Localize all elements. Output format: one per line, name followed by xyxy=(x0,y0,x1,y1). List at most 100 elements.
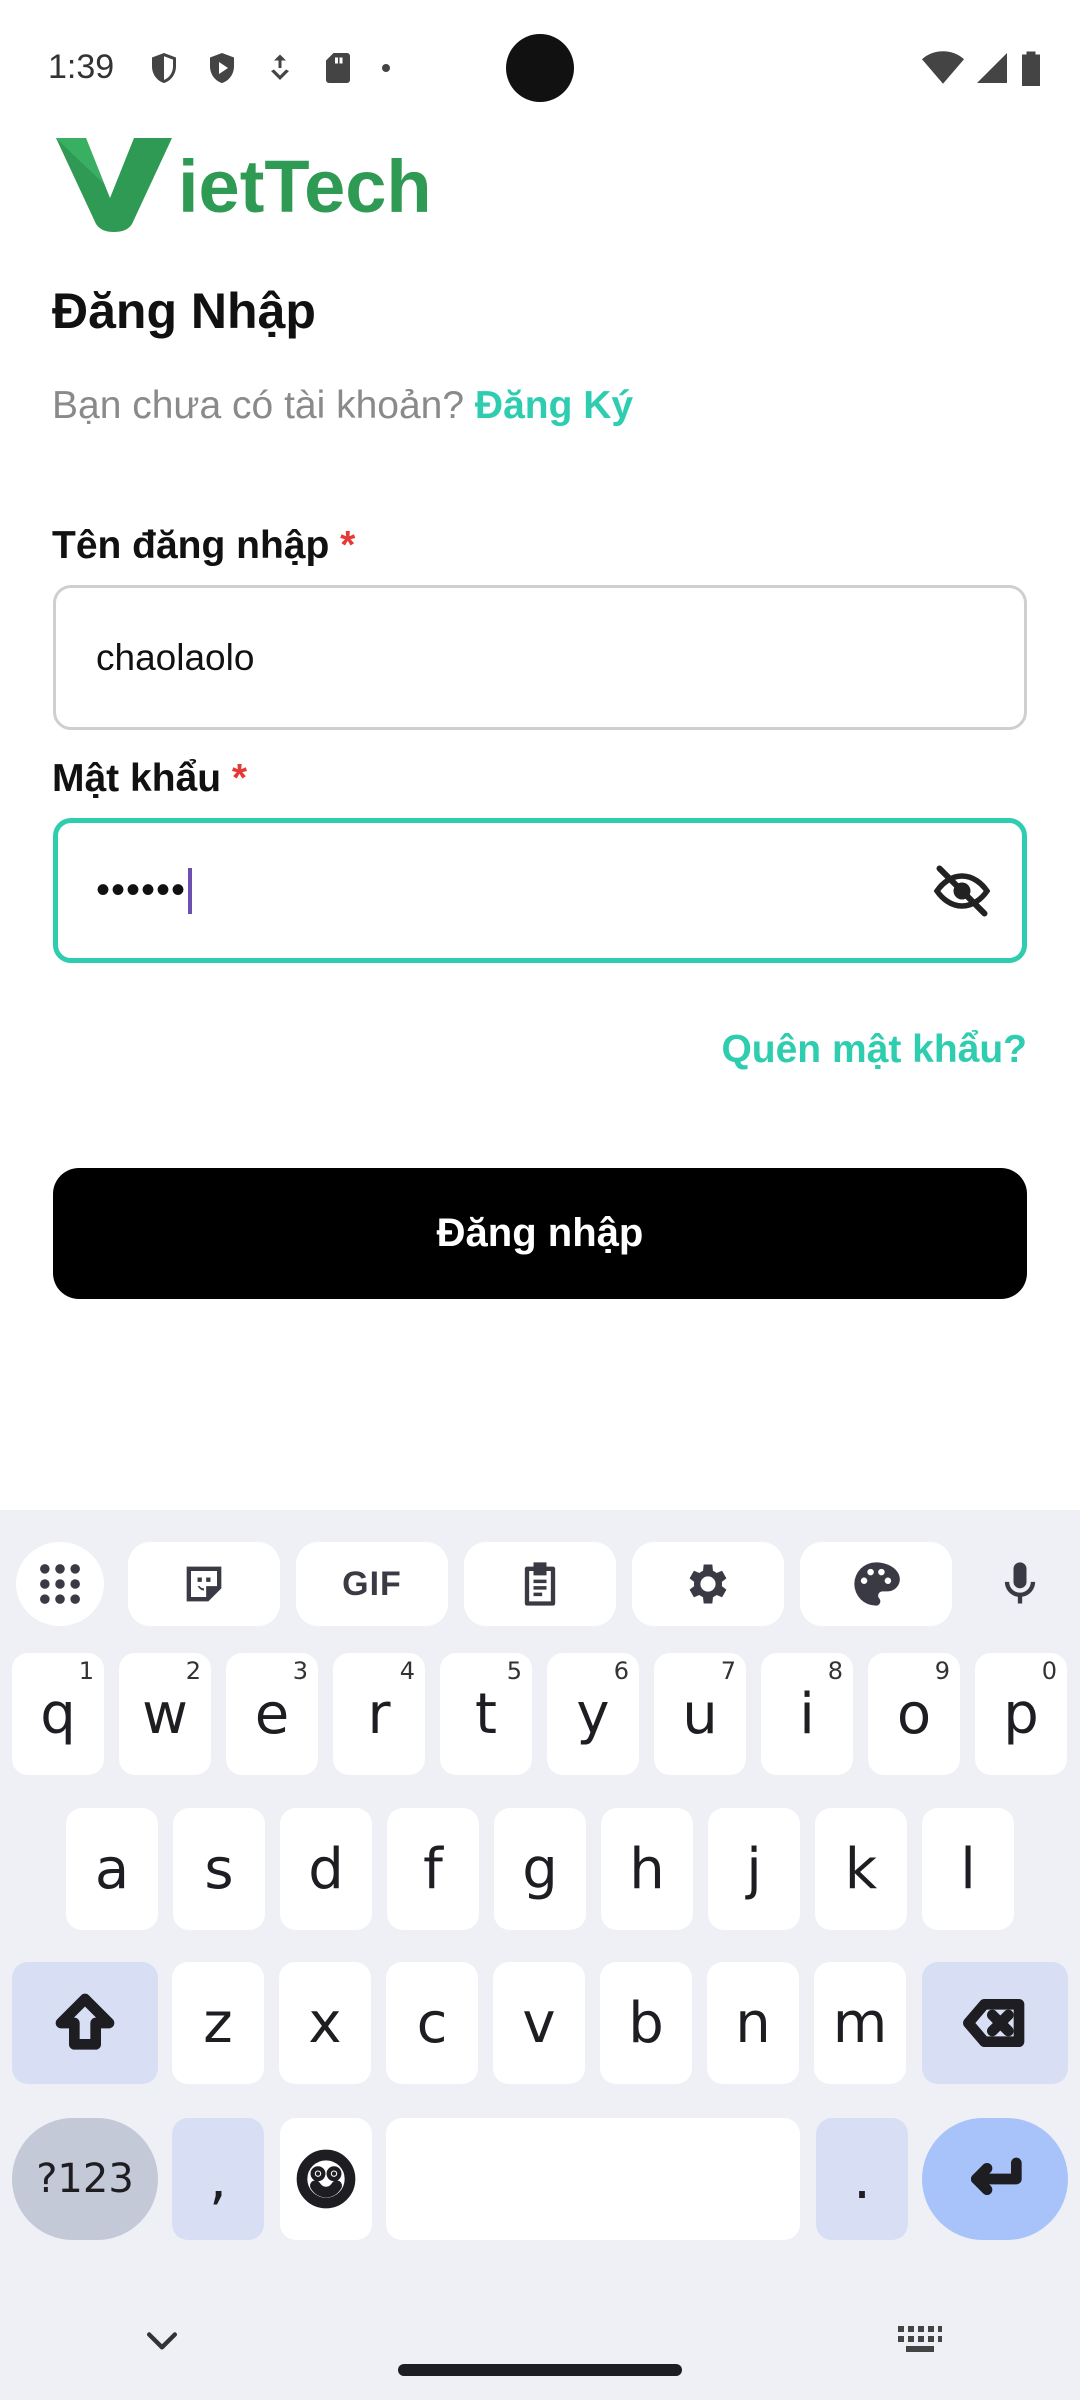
username-label: Tên đăng nhập * xyxy=(52,524,355,568)
key-o[interactable]: o9 xyxy=(868,1653,960,1775)
password-label-text: Mật khẩu xyxy=(52,757,222,800)
viettech-logo: ietTech xyxy=(52,132,432,232)
key-hint: 8 xyxy=(827,1657,843,1685)
sticker-icon xyxy=(186,1566,222,1602)
key-i[interactable]: i8 xyxy=(761,1653,853,1775)
home-indicator[interactable] xyxy=(398,2364,682,2376)
emoji-key[interactable] xyxy=(280,2118,372,2240)
key-g[interactable]: g xyxy=(494,1808,586,1930)
key-a[interactable]: a xyxy=(66,1808,158,1930)
key-m[interactable]: m xyxy=(814,1962,906,2084)
hide-keyboard-chevron-icon[interactable] xyxy=(140,2318,184,2362)
mic-icon xyxy=(1004,1562,1036,1604)
password-input[interactable]: •••••• xyxy=(53,818,1027,963)
key-p[interactable]: p0 xyxy=(975,1653,1067,1775)
key-label: t xyxy=(475,1681,497,1747)
status-notification-icons xyxy=(146,50,394,86)
key-k[interactable]: k xyxy=(815,1808,907,1930)
signal-icon xyxy=(977,53,1007,83)
key-z[interactable]: z xyxy=(172,1962,264,2084)
period-key[interactable]: . xyxy=(816,2118,908,2240)
required-mark: * xyxy=(231,757,248,800)
key-r[interactable]: r4 xyxy=(333,1653,425,1775)
battery-icon xyxy=(1022,51,1040,86)
sd-card-icon xyxy=(326,53,350,83)
password-label: Mật khẩu * xyxy=(52,757,247,801)
status-bar: 1:39 xyxy=(0,0,1080,130)
login-button[interactable]: Đăng nhập xyxy=(53,1168,1027,1299)
space-key[interactable] xyxy=(386,2118,800,2240)
key-hint: 4 xyxy=(399,1657,415,1685)
clipboard-button[interactable] xyxy=(464,1542,616,1626)
key-f[interactable]: f xyxy=(387,1808,479,1930)
required-mark: * xyxy=(340,524,356,567)
password-value: •••••• xyxy=(96,868,187,912)
key-y[interactable]: y6 xyxy=(547,1653,639,1775)
password-visibility-toggle[interactable] xyxy=(930,859,994,923)
key-label: p xyxy=(1003,1681,1039,1747)
eye-off-icon xyxy=(933,865,991,916)
key-w[interactable]: w2 xyxy=(119,1653,211,1775)
password-value-wrap: •••••• xyxy=(96,867,193,914)
key-n[interactable]: n xyxy=(707,1962,799,2084)
settings-button[interactable] xyxy=(632,1542,784,1626)
keyboard-toolbar: GIF xyxy=(0,1530,1080,1626)
logo-v-mark xyxy=(56,138,172,232)
username-label-text: Tên đăng nhập xyxy=(52,524,330,567)
clipboard-icon xyxy=(524,1562,556,1606)
enter-icon xyxy=(971,2157,1022,2195)
username-value: chaolaolo xyxy=(96,636,255,678)
key-s[interactable]: s xyxy=(173,1808,265,1930)
page-title: Đăng Nhập xyxy=(52,283,316,339)
signup-prompt-line: Bạn chưa có tài khoản? Đăng Ký xyxy=(52,384,633,428)
settings-icon xyxy=(689,1564,727,1604)
key-u[interactable]: u7 xyxy=(654,1653,746,1775)
symbols-key[interactable]: ?123 xyxy=(12,2118,158,2240)
key-hint: 6 xyxy=(613,1657,629,1685)
shift-key[interactable] xyxy=(12,1962,158,2084)
shield-play-icon xyxy=(210,53,234,83)
key-d[interactable]: d xyxy=(280,1808,372,1930)
logo-text: ietTech xyxy=(178,145,432,228)
keyboard-switch-icon[interactable] xyxy=(896,2320,944,2360)
key-v[interactable]: v xyxy=(493,1962,585,2084)
shield-icon xyxy=(152,53,176,83)
backspace-icon xyxy=(963,1999,1025,2047)
gif-button[interactable]: GIF xyxy=(296,1542,448,1626)
forgot-password-link[interactable]: Quên mật khẩu? xyxy=(721,1028,1027,1072)
signup-link[interactable]: Đăng Ký xyxy=(475,384,633,427)
key-label: q xyxy=(40,1681,76,1747)
wifi-icon xyxy=(922,51,964,84)
key-label: i xyxy=(799,1681,815,1747)
theme-button[interactable] xyxy=(800,1542,952,1626)
key-label: o xyxy=(896,1681,932,1747)
key-t[interactable]: t5 xyxy=(440,1653,532,1775)
key-hint: 5 xyxy=(506,1657,522,1685)
key-q[interactable]: q1 xyxy=(12,1653,104,1775)
key-hint: 7 xyxy=(720,1657,736,1685)
comma-key[interactable]: , xyxy=(172,2118,264,2240)
key-c[interactable]: c xyxy=(386,1962,478,2084)
key-j[interactable]: j xyxy=(708,1808,800,1930)
on-screen-keyboard: GIF q1w2e3r4t5y6u7i8o9p0 asdfghjkl zxcvb… xyxy=(0,1510,1080,2400)
key-x[interactable]: x xyxy=(279,1962,371,2084)
key-label: e xyxy=(254,1681,290,1747)
sticker-button[interactable] xyxy=(128,1542,280,1626)
palette-icon xyxy=(854,1562,900,1606)
enter-key[interactable] xyxy=(922,2118,1068,2240)
key-l[interactable]: l xyxy=(922,1808,1014,1930)
text-caret xyxy=(188,867,193,914)
status-system-icons xyxy=(922,50,1042,86)
key-e[interactable]: e3 xyxy=(226,1653,318,1775)
key-hint: 1 xyxy=(78,1657,94,1685)
voice-input-button[interactable] xyxy=(976,1542,1064,1626)
camera-cutout xyxy=(506,34,574,102)
key-hint: 3 xyxy=(292,1657,308,1685)
username-input[interactable]: chaolaolo xyxy=(53,585,1027,730)
key-b[interactable]: b xyxy=(600,1962,692,2084)
key-hint: 2 xyxy=(185,1657,201,1685)
key-hint: 9 xyxy=(934,1657,950,1685)
key-h[interactable]: h xyxy=(601,1808,693,1930)
backspace-key[interactable] xyxy=(922,1962,1068,2084)
apps-grid-button[interactable] xyxy=(16,1542,104,1626)
